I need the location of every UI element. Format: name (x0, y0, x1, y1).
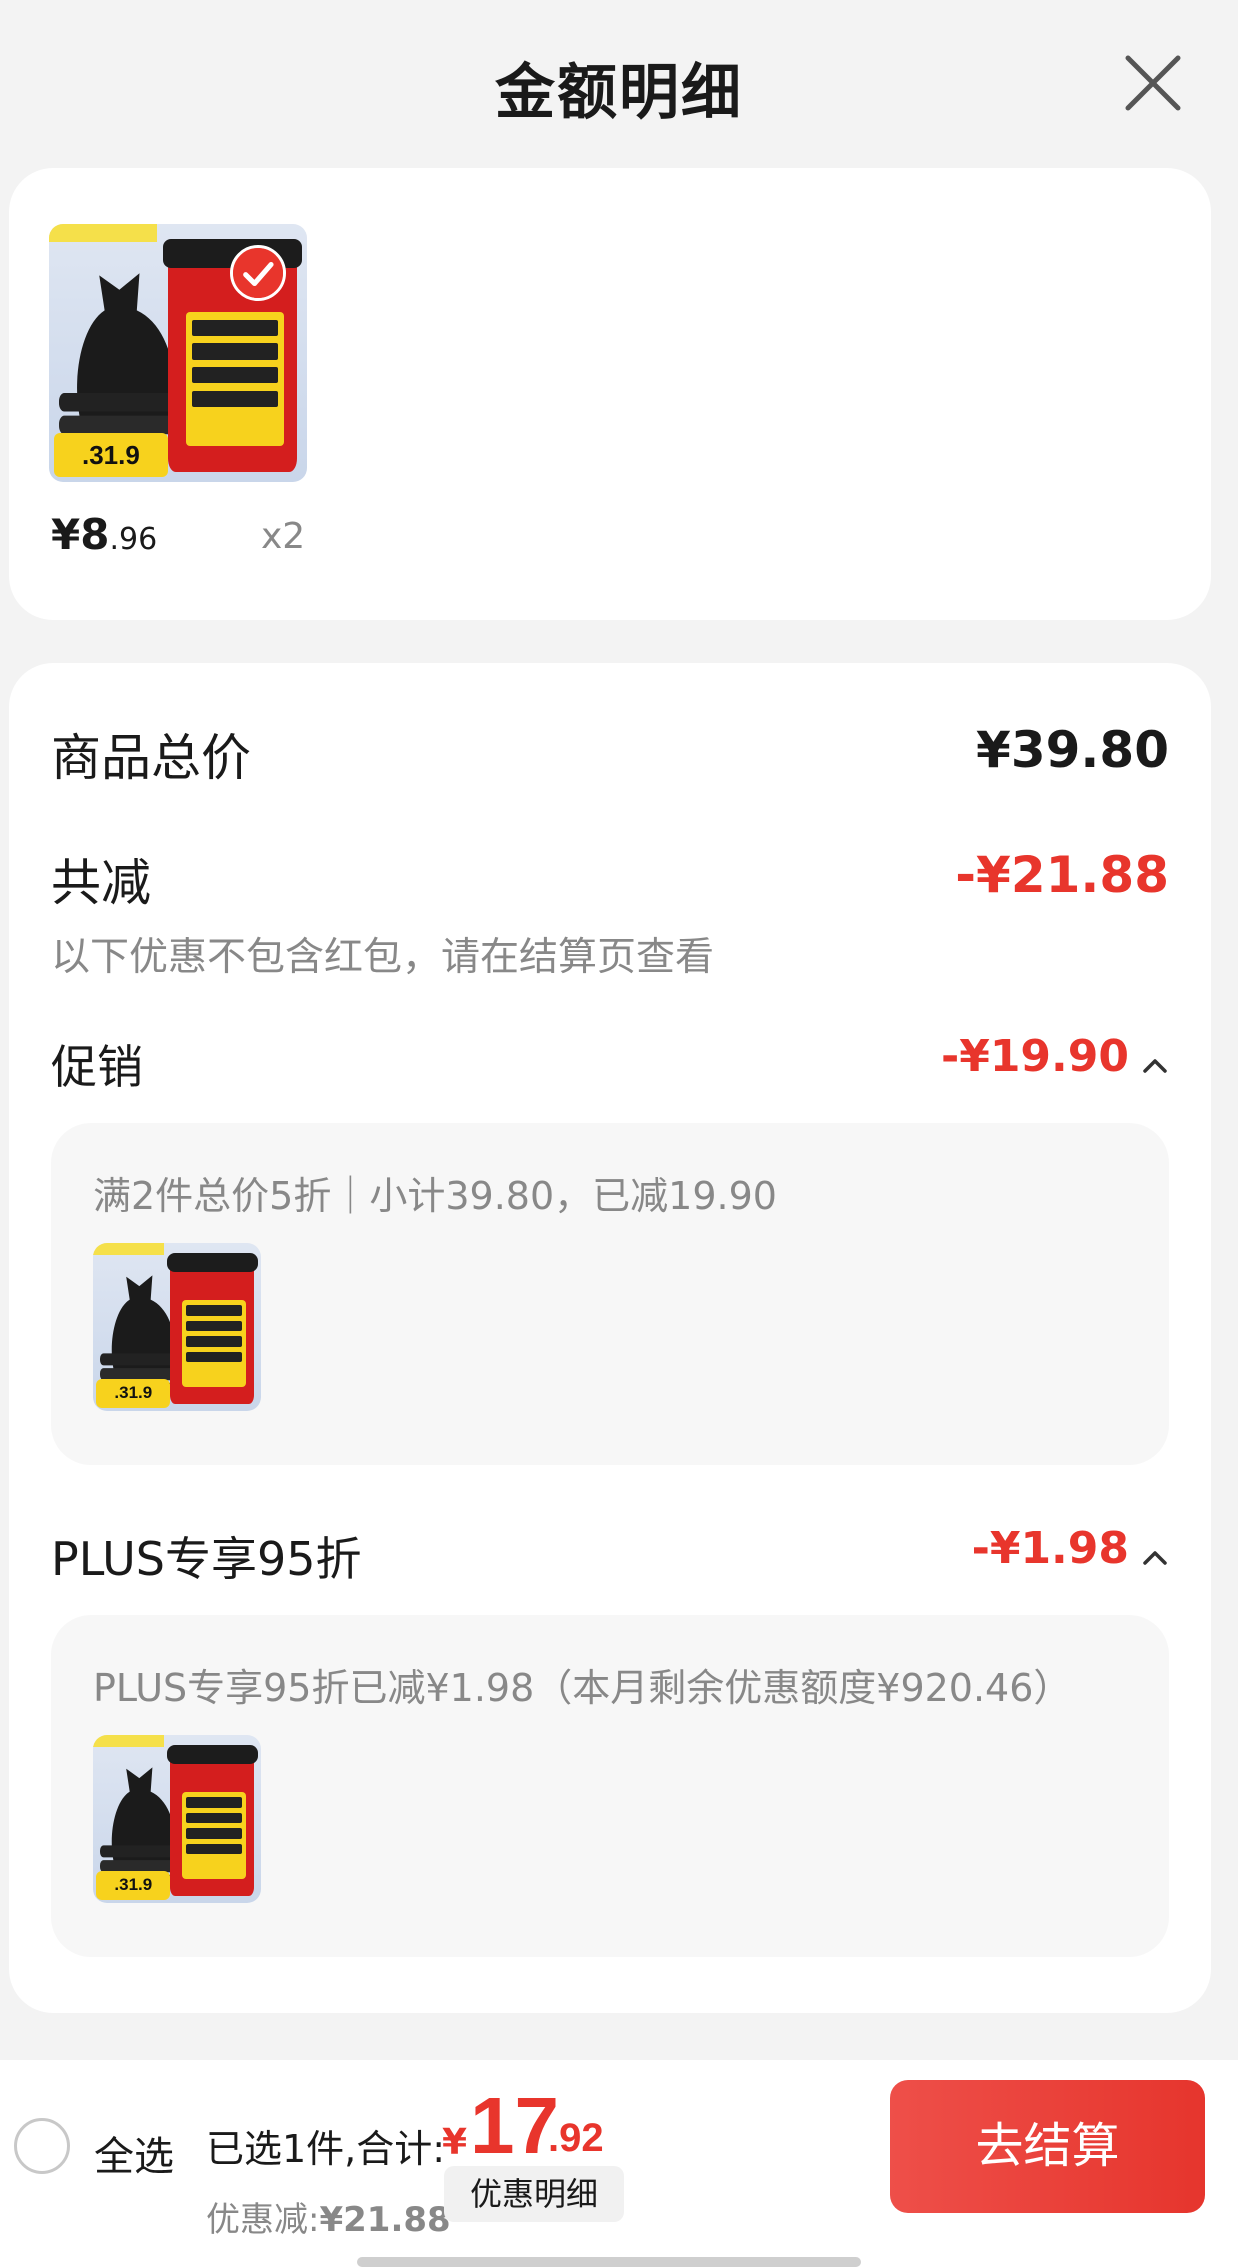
promotion-product-thumbnail[interactable]: .31.9 (93, 1243, 261, 1411)
radio-unchecked-icon[interactable] (14, 2118, 70, 2174)
product-card: .31.9 ¥8.96 x2 (9, 168, 1211, 620)
total-amount-dec: .92 (548, 2116, 604, 2160)
page-title: 金额明细 (495, 58, 743, 128)
product-price: ¥8.96 (51, 510, 157, 559)
chevron-up-icon[interactable] (1141, 1547, 1169, 1569)
plus-discount-label[interactable]: PLUS专享95折 (51, 1523, 361, 1589)
total-price-value: ¥39.80 (976, 721, 1169, 779)
product-label (182, 1792, 246, 1880)
product-quantity: x2 (261, 516, 306, 557)
promotion-description: 满2件总价5折｜小计39.80，已减19.90 (93, 1174, 777, 1218)
thumb-price-tag: .31.9 (96, 1871, 171, 1900)
checkout-button[interactable]: 去结算 (890, 2080, 1205, 2213)
selected-count-text: 已选1件,合计: (206, 2127, 446, 2171)
detail-card: 商品总价 ¥39.80 共减 -¥21.88 以下优惠不包含红包，请在结算页查看… (9, 663, 1211, 2013)
thumb-price-tag: .31.9 (54, 432, 168, 477)
total-reduction-value: -¥21.88 (955, 846, 1169, 904)
total-amount-int: 17 (470, 2081, 559, 2170)
discount-label: 优惠减: (206, 2200, 320, 2240)
checkout-bar: 全选 已选1件,合计: ¥ 17 .92 优惠减:¥21.88 优惠明细 去结算 (0, 2060, 1238, 2267)
plus-discount-value[interactable]: -¥1.98 (972, 1523, 1129, 1574)
select-all-label[interactable]: 全选 (94, 2124, 174, 2182)
header: 金额明细 (0, 0, 1238, 168)
promotion-label[interactable]: 促销 (51, 1031, 143, 1097)
brand-strip (93, 1735, 164, 1747)
plus-product-thumbnail[interactable]: .31.9 (93, 1735, 261, 1903)
product-label (182, 1300, 246, 1388)
brand-strip (49, 224, 158, 243)
product-price-int: ¥8 (51, 510, 110, 559)
brand-strip (93, 1243, 164, 1255)
discount-value: ¥21.88 (319, 2200, 451, 2240)
close-icon[interactable] (1122, 52, 1184, 114)
chevron-up-icon[interactable] (1141, 1055, 1169, 1077)
total-currency-symbol: ¥ (442, 2122, 468, 2163)
home-indicator[interactable] (357, 2257, 861, 2267)
promotion-detail-box: 满2件总价5折｜小计39.80，已减19.90 .31.9 (51, 1123, 1169, 1465)
product-thumbnail[interactable]: .31.9 (49, 224, 307, 482)
plus-description: PLUS专享95折已减¥1.98（本月剩余优惠额度¥920.46） (93, 1666, 1072, 1710)
thumb-price-tag: .31.9 (96, 1379, 171, 1408)
total-price-label: 商品总价 (51, 729, 251, 787)
total-reduction-label: 共减 (51, 854, 151, 912)
trash-bin-lid (166, 1253, 258, 1272)
discount-detail-button[interactable]: 优惠明细 (444, 2166, 624, 2222)
trash-bin-lid (166, 1745, 258, 1764)
reduction-note: 以下优惠不包含红包，请在结算页查看 (51, 935, 715, 980)
product-label (185, 311, 284, 446)
product-price-dec: .96 (109, 522, 158, 557)
promotion-value[interactable]: -¥19.90 (941, 1031, 1129, 1082)
discount-summary: 优惠减:¥21.88 (206, 2192, 451, 2241)
plus-detail-box: PLUS专享95折已减¥1.98（本月剩余优惠额度¥920.46） .31.9 (51, 1615, 1169, 1957)
